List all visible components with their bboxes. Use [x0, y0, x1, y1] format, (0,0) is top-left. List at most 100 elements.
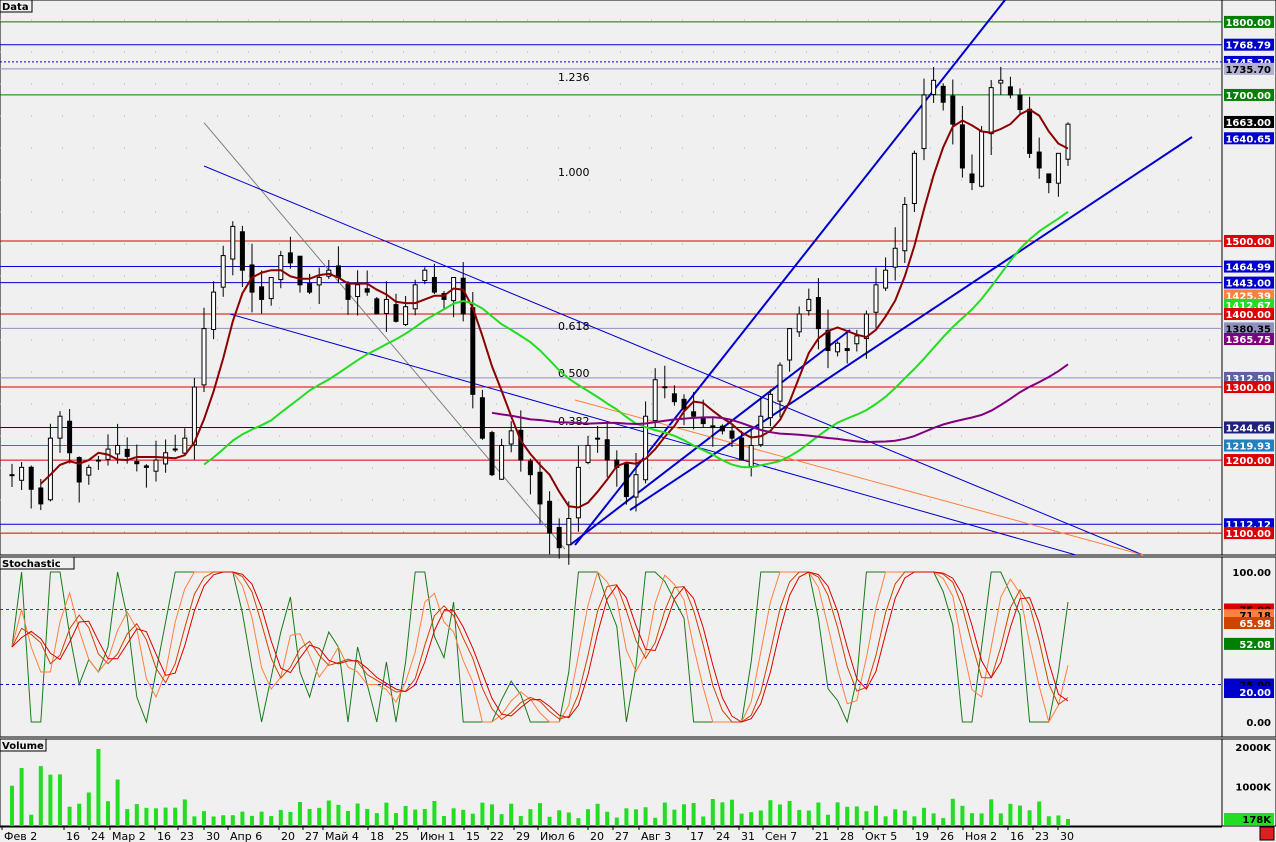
date-label-30: Ноя 2 — [965, 830, 997, 842]
date-label-25: 21 — [815, 830, 829, 842]
volume-bar — [1066, 818, 1070, 826]
candle-body — [115, 444, 121, 455]
candle-body — [383, 298, 389, 314]
candle-body — [777, 364, 783, 402]
stock-chart-svg[interactable]: DataStochasticVolume1.2361.0000.6180.500… — [0, 0, 1276, 842]
chart-window: Data Stochastic Volume 1.236 1.000 0.618 0.500… — [0, 0, 1276, 842]
date-label-15: 22 — [490, 830, 504, 842]
price-tag-1640.65: 1640.65 — [1225, 134, 1271, 145]
stoch-axis-100: 100.00 — [1232, 568, 1271, 579]
volume-tag-178K: 178K — [1242, 815, 1272, 826]
candle-body — [489, 432, 495, 476]
candle-body — [633, 474, 639, 498]
candle-body — [47, 437, 53, 501]
volume-bar — [134, 804, 139, 826]
candle-body — [700, 417, 706, 425]
date-label-28: 19 — [915, 830, 929, 842]
candle-body — [787, 328, 793, 361]
date-label-13: Июн 1 — [420, 830, 455, 842]
candle-body — [892, 247, 898, 268]
scroll-right-button[interactable] — [1259, 826, 1275, 841]
volume-bar — [970, 813, 974, 826]
volume-bar — [403, 805, 408, 826]
volume-bar — [115, 779, 120, 826]
volume-bar — [58, 774, 62, 826]
candle-body — [335, 265, 341, 278]
volume-bar — [1056, 815, 1061, 826]
volume-bar — [336, 804, 341, 826]
volume-bar — [979, 813, 984, 826]
volume-bar — [278, 809, 283, 826]
volume-bar — [288, 811, 293, 826]
volume-axis-1000k: 1000K — [1235, 783, 1272, 794]
volume-bar — [749, 812, 754, 826]
date-label-4: 16 — [157, 830, 171, 842]
candle-body — [835, 342, 841, 353]
date-label-8: 20 — [281, 830, 295, 842]
volume-bar — [461, 809, 466, 826]
candle-body — [950, 95, 956, 125]
date-label-17: Июл 6 — [540, 830, 575, 842]
volume-bar — [1018, 805, 1022, 826]
volume-bar — [701, 816, 706, 826]
candle-body — [969, 173, 975, 184]
volume-bar — [893, 809, 898, 826]
volume-bar — [250, 815, 254, 826]
candle-body — [57, 415, 63, 439]
candle-body — [566, 517, 572, 546]
stoch-tag-52.08: 52.08 — [1239, 640, 1271, 651]
volume-bar — [960, 805, 965, 826]
volume-bar — [346, 811, 350, 826]
volume-bar — [835, 802, 840, 826]
volume-bar — [826, 814, 830, 826]
volume-bar — [211, 816, 216, 826]
candle-body — [854, 335, 860, 345]
price-tag-1768.79: 1768.79 — [1225, 41, 1271, 52]
date-label-31: 16 — [1010, 830, 1024, 842]
date-label-12: 25 — [395, 830, 409, 842]
candle-body — [86, 466, 92, 476]
fib-label-0-618: 0.618 — [558, 320, 590, 333]
volume-bar — [259, 811, 264, 826]
price-tag-1663.00: 1663.00 — [1225, 118, 1271, 129]
candle-body — [537, 471, 543, 505]
candle-body — [767, 393, 773, 419]
date-label-0: Фев 2 — [4, 830, 37, 842]
volume-bar — [758, 810, 763, 826]
candle-body — [307, 283, 313, 293]
panel-label-stochastic: Stochastic — [2, 559, 61, 570]
candle-body — [355, 284, 361, 298]
volume-bar — [422, 809, 427, 826]
candle-body — [604, 439, 610, 461]
candle-body — [662, 386, 668, 389]
candle-body — [191, 386, 197, 446]
price-tag-1365.75: 1365.75 — [1225, 335, 1271, 346]
candle-body — [681, 398, 687, 410]
volume-bar — [432, 801, 437, 826]
volume-bar — [1027, 810, 1032, 826]
candle-body — [499, 444, 505, 480]
candle-body — [422, 269, 428, 282]
stoch-tag-65.98: 65.98 — [1239, 619, 1271, 630]
volume-bar — [682, 804, 686, 826]
volume-bar — [720, 802, 725, 826]
candle-body — [1065, 123, 1071, 160]
candle-body — [268, 277, 274, 300]
date-label-10: Май 4 — [325, 830, 359, 842]
volume-bar — [77, 803, 82, 826]
candle-body — [527, 460, 533, 476]
volume-bar — [634, 809, 638, 826]
candle-body — [316, 277, 322, 286]
date-label-9: 27 — [305, 830, 319, 842]
volume-bar — [874, 805, 878, 826]
candle-body — [988, 87, 994, 135]
volume-bar — [902, 810, 907, 826]
volume-bar — [672, 809, 677, 826]
candle-body — [748, 444, 754, 467]
volume-bar — [326, 800, 331, 826]
stoch-axis-0: 0.00 — [1246, 718, 1271, 729]
volume-bar — [710, 799, 715, 826]
volume-bar — [845, 806, 850, 826]
volume-bar — [922, 807, 926, 826]
volume-bar — [192, 816, 197, 826]
